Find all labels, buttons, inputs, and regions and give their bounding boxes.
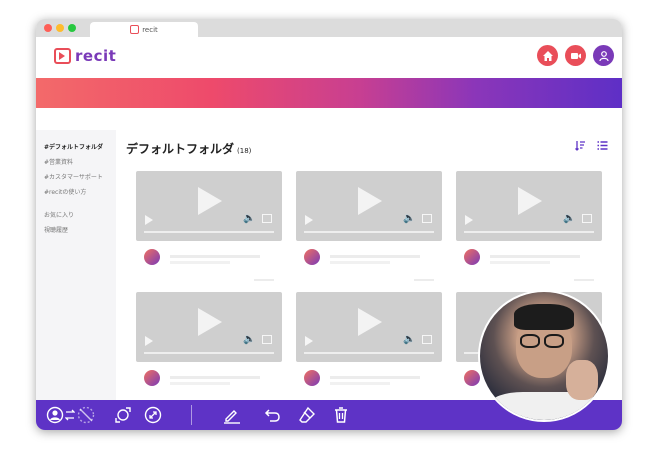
avatar (464, 370, 480, 386)
video-card[interactable]: 🔈 (136, 171, 282, 289)
play-icon (358, 308, 382, 336)
volume-icon[interactable]: 🔈 (243, 334, 255, 345)
video-thumbnail[interactable]: 🔈 (296, 292, 442, 362)
play-icon (198, 308, 222, 336)
volume-icon[interactable]: 🔈 (403, 213, 415, 224)
fullscreen-icon[interactable] (262, 335, 272, 344)
brand-logo[interactable]: recit (54, 47, 116, 65)
avatar (464, 249, 480, 265)
user-icon (598, 50, 609, 61)
progress-bar[interactable] (144, 231, 274, 233)
browser-titlebar: recit (36, 19, 622, 37)
camera-off-icon[interactable] (77, 406, 95, 424)
recit-logo-icon (130, 25, 140, 34)
video-card[interactable]: 🔈 (136, 292, 282, 410)
progress-bar[interactable] (304, 231, 434, 233)
video-thumbnail[interactable]: 🔈 (296, 171, 442, 241)
sidebar-item-history[interactable]: 視聴履歴 (44, 225, 116, 234)
pen-icon[interactable] (223, 406, 241, 424)
header-banner (36, 78, 622, 108)
home-icon (542, 50, 553, 61)
avatar (144, 249, 160, 265)
video-thumbnail[interactable]: 🔈 (136, 171, 282, 241)
progress-bar[interactable] (304, 352, 434, 354)
swap-icon[interactable] (65, 406, 75, 424)
home-button[interactable] (537, 45, 558, 66)
volume-icon[interactable]: 🔈 (563, 213, 575, 224)
video-card[interactable]: 🔈 (296, 292, 442, 410)
sidebar-item-support[interactable]: #カスタマーサポート (44, 172, 116, 181)
video-camera-icon (570, 52, 581, 59)
sidebar-item-default-folder[interactable]: #デフォルトフォルダ (44, 142, 116, 151)
record-button[interactable] (565, 45, 586, 66)
avatar (304, 370, 320, 386)
undo-icon[interactable] (264, 406, 282, 424)
folder-name: デフォルトフォルダ (126, 142, 235, 156)
play-icon[interactable] (145, 336, 153, 346)
app-header: recit (36, 37, 622, 78)
avatar (144, 370, 160, 386)
progress-bar[interactable] (464, 231, 594, 233)
list-view-icon[interactable] (597, 140, 608, 151)
volume-icon[interactable]: 🔈 (243, 213, 255, 224)
user-menu-button[interactable] (593, 45, 614, 66)
eraser-icon[interactable] (298, 406, 316, 424)
webcam-bubble[interactable] (478, 290, 610, 422)
avatar (304, 249, 320, 265)
sidebar-item-favorites[interactable]: お気に入り (44, 210, 116, 219)
play-icon (518, 187, 542, 215)
brand-name: recit (75, 47, 117, 65)
camera-toggle-icon[interactable] (46, 406, 64, 424)
tab-title: recit (142, 25, 158, 34)
play-icon[interactable] (465, 215, 473, 225)
sidebar-item-howto[interactable]: #recitの使い方 (44, 187, 116, 196)
trash-icon[interactable] (332, 406, 350, 424)
play-icon (198, 187, 222, 215)
folder-count: (18) (237, 147, 252, 155)
video-thumbnail[interactable]: 🔈 (136, 292, 282, 362)
sidebar: #デフォルトフォルダ #営業資料 #カスタマーサポート #recitの使い方 お… (36, 130, 116, 400)
fullscreen-icon[interactable] (422, 214, 432, 223)
play-icon (358, 187, 382, 215)
maximize-window-button[interactable] (68, 24, 76, 32)
progress-bar[interactable] (144, 352, 274, 354)
page-title: デフォルトフォルダ (18) (126, 140, 251, 157)
sidebar-item-sales[interactable]: #営業資料 (44, 157, 116, 166)
sort-icon[interactable] (575, 140, 586, 151)
play-icon[interactable] (145, 215, 153, 225)
fullscreen-icon[interactable] (262, 214, 272, 223)
expand-icon[interactable] (114, 406, 132, 424)
video-thumbnail[interactable]: 🔈 (456, 171, 602, 241)
play-icon[interactable] (305, 215, 313, 225)
fullscreen-icon[interactable] (582, 214, 592, 223)
video-card[interactable]: 🔈 (296, 171, 442, 289)
fullscreen-icon[interactable] (422, 335, 432, 344)
volume-icon[interactable]: 🔈 (403, 334, 415, 345)
close-window-button[interactable] (44, 24, 52, 32)
shrink-icon[interactable] (144, 406, 162, 424)
play-icon[interactable] (305, 336, 313, 346)
recit-logo-icon (54, 48, 71, 64)
browser-tab[interactable]: recit (90, 22, 198, 37)
minimize-window-button[interactable] (56, 24, 64, 32)
video-card[interactable]: 🔈 (456, 171, 602, 289)
